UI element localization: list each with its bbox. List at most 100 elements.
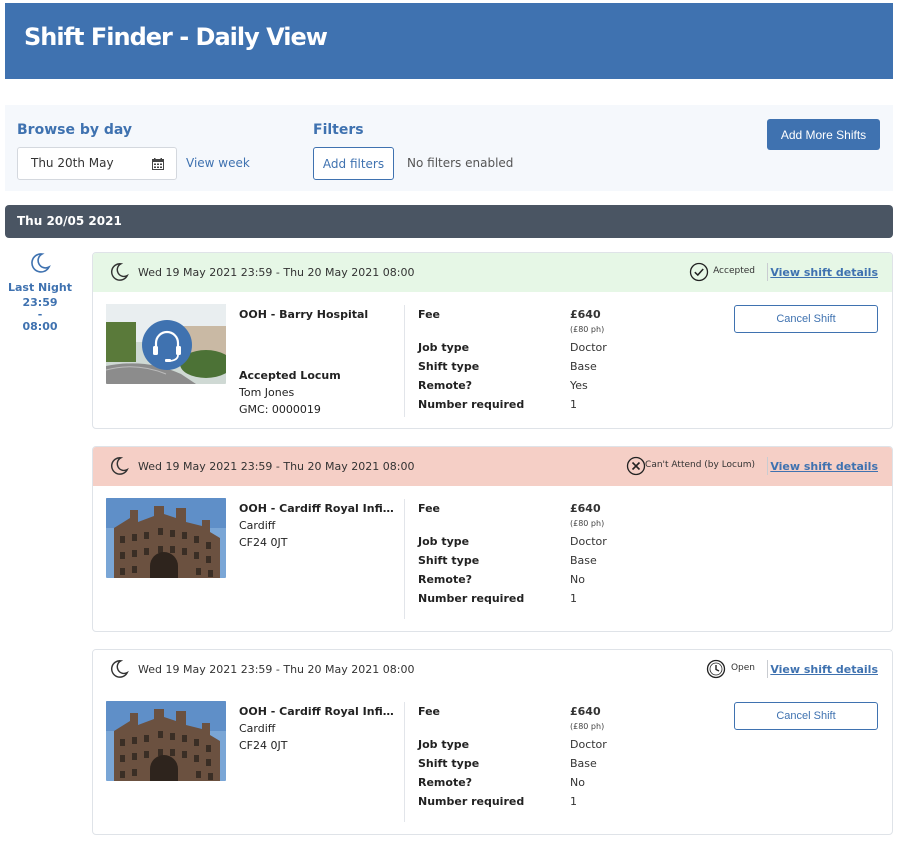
view-week-link[interactable]: View week <box>186 156 250 170</box>
divider <box>767 457 768 475</box>
shift-time: Wed 19 May 2021 23:59 - Thu 20 May 2021 … <box>138 460 415 473</box>
accepted-locum-label: Accepted Locum <box>239 369 341 382</box>
calendar-icon <box>152 158 164 170</box>
number-required-label: Number required <box>418 398 525 411</box>
period-dash: - <box>37 308 43 321</box>
number-required-value: 1 <box>570 592 577 605</box>
site-info: OOH - Cardiff Royal Infirmary Cardiff CF… <box>239 703 394 754</box>
shift-values: £640 (£80 ph) Doctor Base No 1 <box>570 499 607 608</box>
per-hour-value: (£80 ph) <box>570 519 605 528</box>
moon-icon <box>31 253 51 273</box>
remote-value: No <box>570 776 585 789</box>
shift-type-label: Shift type <box>418 360 480 373</box>
period-label: Last Night <box>7 281 72 294</box>
shift-time: Wed 19 May 2021 23:59 - Thu 20 May 2021 … <box>138 663 415 676</box>
remote-label: Remote? <box>418 573 473 586</box>
shift-period: Last Night 23:59 - 08:00 <box>5 252 75 334</box>
page-title: Shift Finder - Daily View <box>24 23 328 51</box>
shift-type-value: Base <box>570 554 597 567</box>
job-type-label: Job type <box>418 738 470 751</box>
status-badge: Open <box>730 663 755 673</box>
site-city: Cardiff <box>239 519 276 532</box>
view-shift-details-link[interactable]: View shift details <box>770 266 878 279</box>
site-image <box>106 701 226 781</box>
site-city: Cardiff <box>239 722 276 735</box>
view-shift-details-link[interactable]: View shift details <box>770 663 878 676</box>
shift-card-header: Wed 19 May 2021 23:59 - Thu 20 May 2021 … <box>93 650 892 689</box>
x-circle-icon <box>626 456 646 476</box>
filter-bar: Browse by day Thu 20th May View week Fil… <box>5 105 893 191</box>
shift-card: Wed 19 May 2021 23:59 - Thu 20 May 2021 … <box>92 252 893 429</box>
day-header: Thu 20/05 2021 <box>5 205 893 238</box>
divider <box>767 263 768 281</box>
shift-attributes: Fee Job type Shift type Remote? Number r… <box>418 305 524 414</box>
job-type-label: Job type <box>418 341 470 354</box>
cancel-shift-button[interactable]: Cancel Shift <box>734 305 878 333</box>
site-name: OOH - Cardiff Royal Infirmary <box>239 705 394 718</box>
add-filters-button[interactable]: Add filters <box>313 147 394 180</box>
site-image <box>106 304 226 384</box>
date-picker[interactable]: Thu 20th May <box>17 147 177 180</box>
site-postcode: CF24 0JT <box>239 536 288 549</box>
add-more-shifts-button[interactable]: Add More Shifts <box>767 119 880 150</box>
shift-card-header: Wed 19 May 2021 23:59 - Thu 20 May 2021 … <box>93 253 892 292</box>
period-end: 08:00 <box>22 320 58 333</box>
no-filters-text: No filters enabled <box>407 156 514 170</box>
number-required-value: 1 <box>570 398 577 411</box>
site-postcode: CF24 0JT <box>239 739 288 752</box>
fee-label: Fee <box>418 308 440 321</box>
site-name: OOH - Cardiff Royal Infirmary <box>239 502 394 515</box>
fee-label: Fee <box>418 705 440 718</box>
shift-values: £640 (£80 ph) Doctor Base No 1 <box>570 702 607 811</box>
site-info: OOH - Cardiff Royal Infirmary Cardiff CF… <box>239 500 394 551</box>
fee-value: £640 <box>570 308 601 321</box>
per-hour-value: (£80 ph) <box>570 325 605 334</box>
moon-icon <box>110 660 129 678</box>
status-badge: Accepted <box>713 266 755 276</box>
shift-card: Wed 19 May 2021 23:59 - Thu 20 May 2021 … <box>92 446 893 632</box>
fee-value: £640 <box>570 705 601 718</box>
app-header: Shift Finder - Daily View <box>5 3 893 79</box>
fee-label: Fee <box>418 502 440 515</box>
moon-icon <box>110 457 129 475</box>
browse-by-day-label: Browse by day <box>17 122 133 138</box>
divider <box>404 305 405 417</box>
view-shift-details-link[interactable]: View shift details <box>770 460 878 473</box>
status-badge: Can't Attend (by Locum) <box>645 460 755 470</box>
job-type-value: Doctor <box>570 535 607 548</box>
locum-gmc: GMC: 0000019 <box>239 403 321 416</box>
shift-type-label: Shift type <box>418 554 480 567</box>
remote-value: Yes <box>570 379 588 392</box>
clock-icon <box>706 659 726 679</box>
filters-label: Filters <box>313 122 364 138</box>
remote-label: Remote? <box>418 776 473 789</box>
remote-label: Remote? <box>418 379 473 392</box>
shift-attributes: Fee Job type Shift type Remote? Number r… <box>418 499 524 608</box>
divider <box>404 499 405 619</box>
site-info: OOH - Barry Hospital <box>239 306 394 323</box>
locum-name: Tom Jones <box>239 386 295 399</box>
divider <box>404 702 405 822</box>
divider <box>767 660 768 678</box>
number-required-value: 1 <box>570 795 577 808</box>
job-type-label: Job type <box>418 535 470 548</box>
locum-info: Accepted Locum Tom Jones GMC: 0000019 <box>239 367 341 418</box>
shift-type-value: Base <box>570 360 597 373</box>
shift-card-header: Wed 19 May 2021 23:59 - Thu 20 May 2021 … <box>93 447 892 486</box>
job-type-value: Doctor <box>570 738 607 751</box>
number-required-label: Number required <box>418 795 525 808</box>
shift-type-label: Shift type <box>418 757 480 770</box>
site-name: OOH - Barry Hospital <box>239 308 369 321</box>
per-hour-value: (£80 ph) <box>570 722 605 731</box>
shift-card: Wed 19 May 2021 23:59 - Thu 20 May 2021 … <box>92 649 893 835</box>
remote-value: No <box>570 573 585 586</box>
day-title: Thu 20/05 2021 <box>17 214 122 228</box>
cancel-shift-button[interactable]: Cancel Shift <box>734 702 878 730</box>
shift-attributes: Fee Job type Shift type Remote? Number r… <box>418 702 524 811</box>
job-type-value: Doctor <box>570 341 607 354</box>
shift-time: Wed 19 May 2021 23:59 - Thu 20 May 2021 … <box>138 266 415 279</box>
moon-icon <box>110 263 129 281</box>
date-value: Thu 20th May <box>31 156 114 170</box>
site-image <box>106 498 226 578</box>
number-required-label: Number required <box>418 592 525 605</box>
